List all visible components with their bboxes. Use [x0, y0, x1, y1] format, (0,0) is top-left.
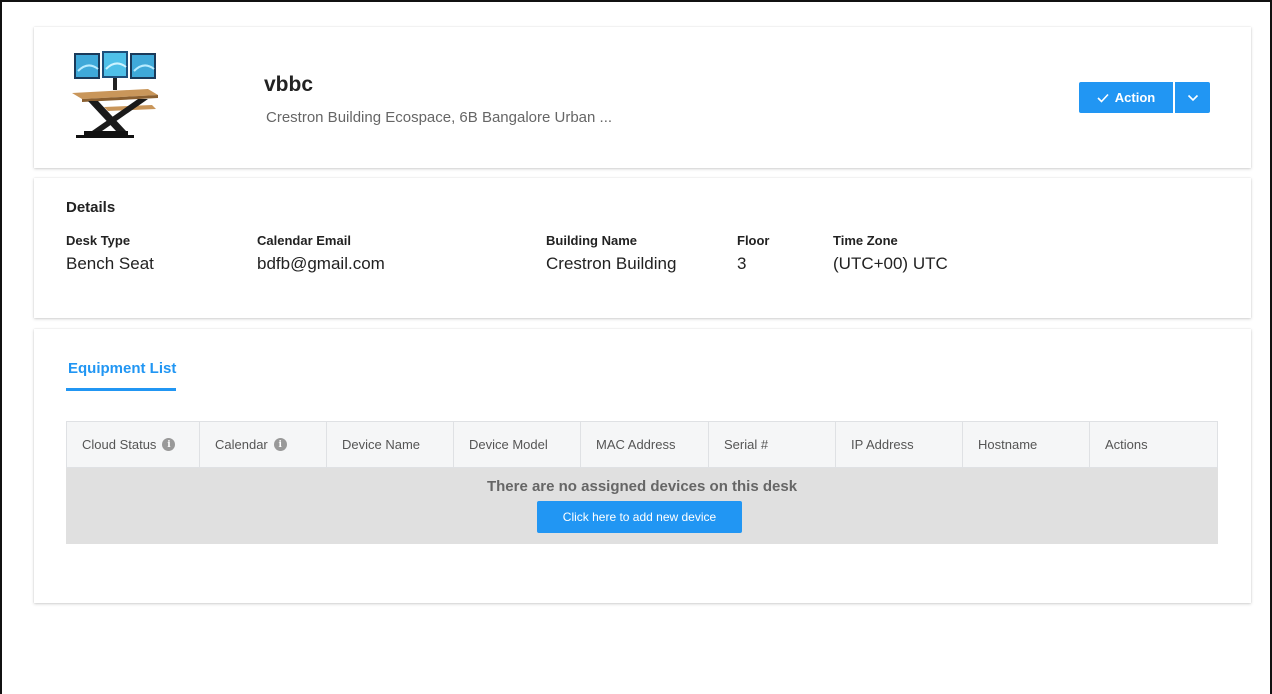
column-label: Cloud Status — [82, 437, 157, 452]
field-floor: Floor 3 — [737, 233, 770, 274]
info-icon[interactable]: i — [273, 438, 287, 451]
field-label: Time Zone — [833, 233, 898, 248]
action-button[interactable]: Action — [1079, 82, 1173, 113]
column-header-serial[interactable]: Serial # — [709, 422, 836, 467]
column-label: Device Name — [342, 437, 421, 452]
equipment-card: Equipment List Cloud Status i Calendar i… — [34, 329, 1251, 603]
field-value: Bench Seat — [66, 254, 154, 273]
column-label: MAC Address — [596, 437, 676, 452]
field-value: bdfb@gmail.com — [257, 254, 385, 273]
info-icon[interactable]: i — [162, 438, 176, 451]
column-label: Serial # — [724, 437, 769, 452]
field-calendar-email: Calendar Email bdfb@gmail.com — [257, 233, 385, 274]
column-header-cloud-status[interactable]: Cloud Status i — [67, 422, 200, 467]
table-header: Cloud Status i Calendar i Device Name De… — [66, 421, 1218, 468]
empty-message: There are no assigned devices on this de… — [486, 478, 798, 495]
column-header-device-name[interactable]: Device Name — [327, 422, 454, 467]
equipment-table: Cloud Status i Calendar i Device Name De… — [66, 421, 1218, 544]
details-title: Details — [66, 199, 116, 216]
action-button-label: Action — [1114, 90, 1156, 105]
field-value: Crestron Building — [546, 254, 677, 273]
column-header-actions: Actions — [1090, 422, 1217, 467]
chevron-down-icon — [1187, 94, 1198, 101]
empty-table-row: There are no assigned devices on this de… — [66, 468, 1218, 544]
add-device-button[interactable]: Click here to add new device — [537, 501, 742, 533]
details-card: Details Desk Type Bench Seat Calendar Em… — [34, 178, 1251, 318]
column-header-ip-address[interactable]: IP Address — [836, 422, 963, 467]
field-label: Building Name — [546, 233, 638, 248]
field-value: 3 — [737, 254, 747, 273]
field-desk-type: Desk Type Bench Seat — [66, 233, 154, 274]
desk-address: Crestron Building Ecospace, 6B Bangalore… — [266, 109, 613, 126]
field-label: Calendar Email — [257, 233, 351, 248]
field-time-zone: Time Zone (UTC+00) UTC — [833, 233, 948, 274]
column-label: Actions — [1105, 437, 1148, 452]
field-building-name: Building Name Crestron Building — [546, 233, 676, 274]
desk-header-card: vbbc Crestron Building Ecospace, 6B Bang… — [34, 27, 1251, 168]
column-label: Device Model — [469, 437, 548, 452]
field-label: Desk Type — [66, 233, 131, 248]
tab-equipment-list[interactable]: Equipment List — [66, 359, 176, 391]
column-label: Hostname — [978, 437, 1038, 452]
field-value: (UTC+00) UTC — [833, 254, 948, 273]
column-header-calendar[interactable]: Calendar i — [200, 422, 327, 467]
field-label: Floor — [737, 233, 770, 248]
column-header-hostname[interactable]: Hostname — [963, 422, 1090, 467]
check-icon — [1097, 93, 1109, 103]
standing-desk-monitors-image — [72, 51, 158, 138]
desk-name: vbbc — [264, 73, 314, 96]
column-header-device-model[interactable]: Device Model — [454, 422, 581, 467]
tab-label: Equipment List — [68, 360, 177, 377]
action-button-group: Action — [1079, 82, 1210, 113]
column-header-mac-address[interactable]: MAC Address — [581, 422, 709, 467]
action-dropdown-toggle[interactable] — [1175, 82, 1210, 113]
column-label: Calendar — [215, 437, 268, 452]
column-label: IP Address — [851, 437, 914, 452]
